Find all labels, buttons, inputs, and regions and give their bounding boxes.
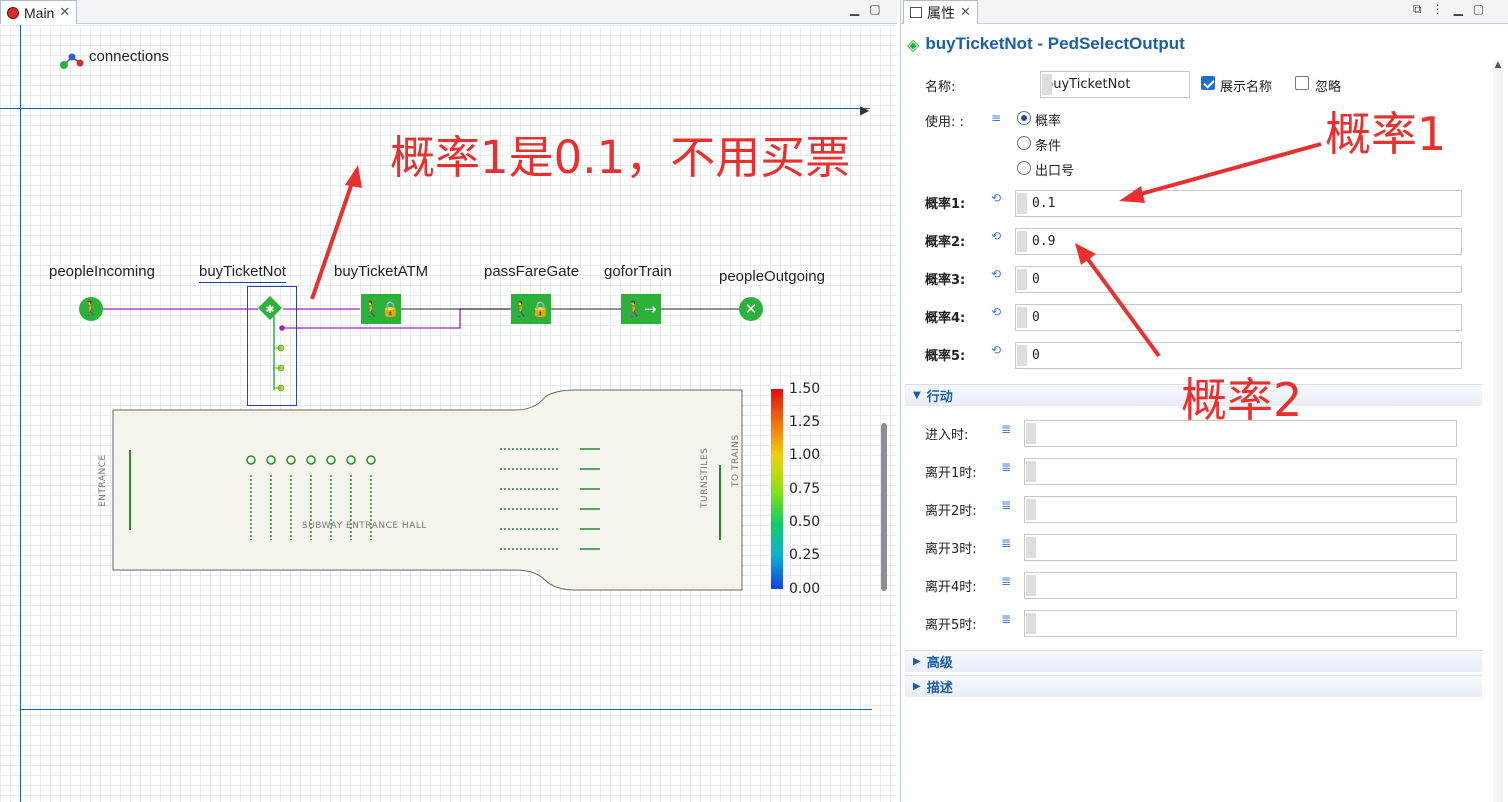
canvas-scrollbar[interactable] (881, 423, 887, 591)
hall-title: SUBWAY ENTRANCE HALL (302, 521, 427, 531)
action-label: 离开5时: (925, 618, 977, 633)
action-label: 离开4时: (925, 580, 977, 595)
action-label: 离开2时: (925, 504, 977, 519)
properties-panel: 属性 ✕ ⧉ ⋮ ▁ ▢ ◈ buyTicketNot - PedSelectO… (900, 0, 1508, 802)
node-label-buyTicketNot: buyTicketNot (199, 263, 286, 283)
frame-line-bottom (20, 709, 872, 710)
density-color-scale (771, 389, 783, 589)
action-input-exit3[interactable] (1024, 534, 1457, 561)
tab-main[interactable]: Main ✕ (0, 0, 78, 24)
scale-tick: 1.25 (789, 414, 821, 430)
action-label: 离开3时: (925, 542, 977, 557)
scale-tick: 0.50 (789, 514, 821, 530)
agent-icon (7, 6, 19, 19)
code-icon[interactable]: ≣ (1001, 422, 1011, 436)
ped-goto-icon[interactable]: 🚶→ (621, 294, 661, 324)
ped-sink-icon[interactable]: ✕ (739, 297, 763, 321)
node-label-peopleOutgoing: peopleOutgoing (719, 268, 825, 285)
section-advanced-label: 高级 (926, 656, 953, 671)
scale-tick-labels: 1.50 1.25 1.00 0.75 0.50 0.25 0.00 (789, 381, 829, 601)
action-input-exit1[interactable] (1024, 458, 1457, 485)
editor-tab-bar: Main ✕ ▁ ▢ (0, 0, 897, 24)
ped-service-icon-atm[interactable]: 🚶🔒 (361, 294, 401, 324)
hall-entrance-label: ENTRANCE (98, 454, 108, 507)
flow-links (103, 165, 742, 329)
scale-tick: 0.25 (789, 547, 821, 563)
tab-main-label: Main (24, 4, 55, 21)
section-description-label: 描述 (926, 681, 953, 696)
collapsed-triangle-icon: ▶ (913, 656, 921, 667)
ped-service-icon-gate[interactable]: 🚶🔒 (511, 294, 551, 324)
hall-to-trains-label: TO TRAINS (731, 434, 741, 487)
main-editor: Main ✕ ▁ ▢ ▶ connections peopleIncoming … (0, 0, 897, 802)
annotation-prob1: 概率1 (1325, 107, 1447, 161)
code-icon[interactable]: ≣ (1001, 612, 1011, 626)
node-label-passFareGate: passFareGate (484, 263, 580, 280)
scale-tick: 0.00 (789, 581, 821, 597)
action-input-exit5[interactable] (1024, 610, 1457, 637)
action-label: 离开1时: (925, 466, 977, 481)
pedestrian-source-icon[interactable]: 🚶 (79, 297, 103, 321)
scale-tick: 1.00 (789, 447, 821, 463)
action-label: 进入时: (925, 428, 969, 443)
node-label-peopleIncoming: peopleIncoming (49, 263, 155, 280)
subway-hall-shape[interactable] (110, 385, 750, 595)
node-label-goforTrain: goforTrain (604, 263, 672, 280)
scale-tick: 0.75 (789, 481, 821, 497)
code-icon[interactable]: ≣ (1001, 574, 1011, 588)
code-icon[interactable]: ≣ (1001, 536, 1011, 550)
annotation-prob2: 概率2 (1181, 373, 1303, 427)
code-icon[interactable]: ≣ (1001, 498, 1011, 512)
section-description[interactable]: ▶ 描述 (905, 675, 1482, 697)
section-advanced[interactable]: ▶ 高级 (905, 650, 1482, 672)
annotation-left-note: 概率1是0.1，不用买票 (390, 131, 851, 184)
code-icon[interactable]: ≣ (1001, 460, 1011, 474)
svg-text:✱: ✱ (265, 303, 274, 316)
action-input-exit2[interactable] (1024, 496, 1457, 523)
select-output-icon: ✱ (258, 296, 285, 392)
scale-tick: 1.50 (789, 381, 821, 397)
hall-turnstiles-label: TURNSTILES (700, 447, 710, 508)
model-canvas[interactable]: ▶ connections peopleIncoming buyTicketNo… (0, 25, 897, 802)
annotation-arrows (1075, 142, 1322, 358)
action-input-exit4[interactable] (1024, 572, 1457, 599)
close-icon[interactable]: ✕ (59, 5, 70, 20)
collapsed-triangle-icon: ▶ (913, 681, 921, 692)
minimize-icon[interactable]: ▁ (850, 2, 859, 16)
node-label-buyTicketATM: buyTicketATM (334, 263, 429, 280)
maximize-icon[interactable]: ▢ (869, 2, 880, 16)
